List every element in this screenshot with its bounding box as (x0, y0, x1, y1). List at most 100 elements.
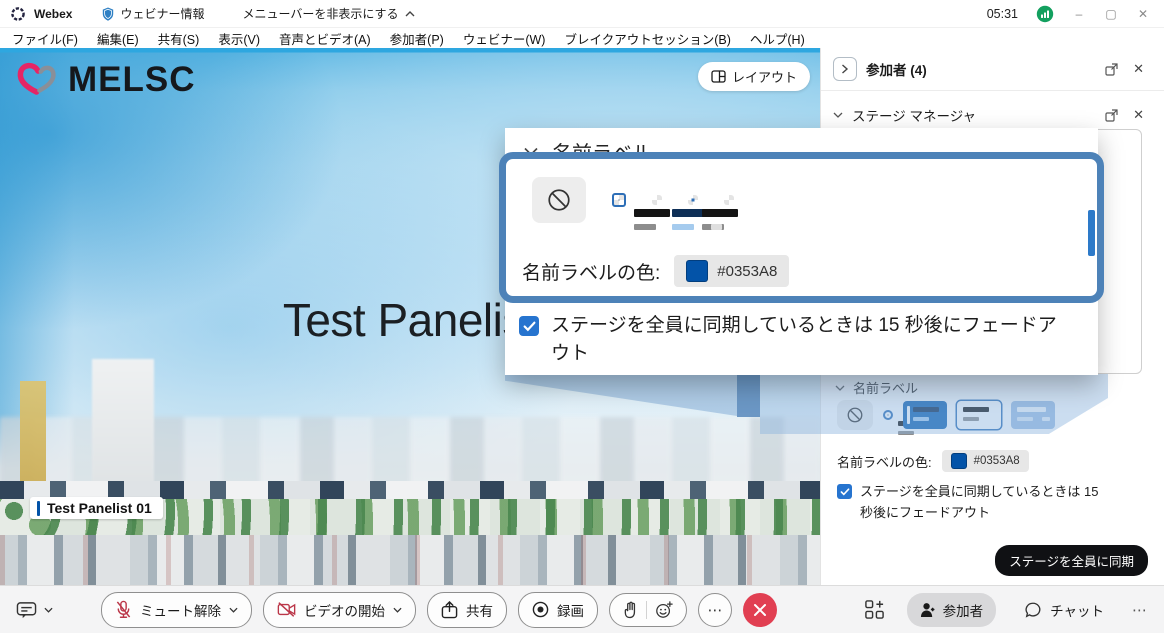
chevron-down-icon[interactable] (833, 112, 843, 118)
window-minimize-button[interactable]: – (1072, 7, 1086, 21)
participants-popout-icon[interactable] (1105, 63, 1118, 76)
more-toolbar-options[interactable]: ⋯ (1132, 601, 1148, 619)
mic-muted-icon (115, 600, 132, 619)
reactions-smiley-icon[interactable] (655, 601, 673, 619)
name-label-chip: Test Panelist 01 (30, 497, 163, 519)
sync-fadeout-label: ステージを全員に同期しているときは 15 秒後にフェードアウト (860, 482, 1115, 524)
color-swatch (686, 260, 708, 282)
chevron-down-icon (229, 607, 238, 613)
unmute-label: ミュート解除 (140, 600, 221, 620)
record-label: 録画 (557, 600, 584, 620)
chat-label: チャット (1050, 600, 1104, 620)
layout-button[interactable]: レイアウト (698, 62, 810, 91)
connection-quality-icon[interactable] (1036, 5, 1054, 23)
label-style-outline-button[interactable] (688, 195, 698, 205)
sync-stage-button[interactable]: ステージを全員に同期 (995, 545, 1148, 576)
menu-file[interactable]: ファイル(F) (12, 29, 78, 48)
magnifier-sync-fadeout-checkbox-row[interactable]: ステージを全員に同期しているときは 15 秒後にフェードアウト (519, 312, 1075, 367)
share-label: 共有 (466, 600, 493, 620)
name-label-accent-bar (37, 501, 40, 516)
menu-audio-video[interactable]: 音声とビデオ(A) (279, 29, 371, 48)
menu-view[interactable]: 表示(V) (218, 29, 260, 48)
label-style-translucent-button[interactable] (724, 195, 734, 205)
color-value-text: #0353A8 (974, 455, 1020, 467)
melsc-heart-icon (14, 61, 60, 99)
apps-icon[interactable] (864, 599, 885, 620)
app-brand: Webex (34, 7, 72, 21)
sync-fadeout-label: ステージを全員に同期しているときは 15 秒後にフェードアウト (551, 312, 1075, 367)
record-button[interactable]: 録画 (518, 592, 598, 628)
shield-icon (102, 7, 114, 21)
menubar: ファイル(F) 編集(E) 共有(S) 表示(V) 音声とビデオ(A) 参加者(… (0, 28, 1164, 48)
webex-logo-icon (10, 6, 26, 22)
layout-button-label: レイアウト (732, 67, 797, 86)
name-label-color-picker[interactable]: #0353A8 (674, 255, 789, 287)
participants-close-icon[interactable]: ✕ (1133, 61, 1144, 77)
menu-edit[interactable]: 編集(E) (97, 29, 139, 48)
sync-fadeout-checkbox-row[interactable]: ステージを全員に同期しているときは 15 秒後にフェードアウト (837, 482, 1115, 524)
titlebar-left: Webex ウェビナー情報 メニューバーを非表示にする (0, 5, 445, 22)
titlebar-right: 05:31 – ▢ ✕ (987, 5, 1164, 23)
raise-hand-icon[interactable] (623, 601, 638, 619)
start-video-button[interactable]: ビデオの開始 (263, 592, 416, 628)
window-maximize-button[interactable]: ▢ (1104, 7, 1118, 21)
captions-icon (16, 600, 37, 620)
layout-grid-icon (711, 70, 726, 83)
reactions-group (609, 593, 687, 627)
menu-breakout[interactable]: ブレイクアウトセッション(B) (564, 29, 730, 48)
name-label-text: Test Panelist 01 (47, 500, 152, 516)
label-style-light-selected-button[interactable] (612, 193, 626, 207)
chat-bubble-icon (1024, 601, 1042, 619)
magnifier-highlight-overlay (760, 374, 1108, 434)
name-label-color-label: 名前ラベルの色: (522, 258, 660, 285)
chat-button[interactable]: チャット (1018, 599, 1110, 621)
hide-menubar-label: メニューバーを非表示にする (242, 5, 398, 22)
leave-meeting-button[interactable] (743, 593, 777, 627)
menu-share[interactable]: 共有(S) (158, 29, 200, 48)
label-style-blue-button[interactable] (652, 195, 662, 205)
start-video-label: ビデオの開始 (304, 600, 385, 620)
label-style-none-button[interactable] (532, 177, 586, 223)
checkbox-checked-icon[interactable] (519, 316, 539, 336)
stage-manager-popout-icon[interactable] (1105, 109, 1118, 122)
hide-menubar-button[interactable]: メニューバーを非表示にする (242, 5, 414, 22)
magnifier-style-options (532, 177, 734, 223)
toolbar-right-group: 参加者 チャット ⋯ (864, 593, 1148, 627)
camera-off-icon (277, 601, 296, 618)
chevron-up-icon (405, 11, 415, 17)
webinar-info-button[interactable]: ウェビナー情報 (102, 5, 204, 22)
menu-participants[interactable]: 参加者(P) (390, 29, 444, 48)
name-label-magnifier-popup: 名前ラベル 名前ラベルの色: (505, 128, 1098, 375)
magnifier-beam-band (737, 374, 760, 417)
participants-panel-title: 参加者 (4) (866, 59, 927, 79)
melsc-logo-text: MELSC (68, 60, 196, 100)
meeting-time: 05:31 (987, 7, 1018, 21)
menu-webinar[interactable]: ウェビナー(W) (463, 29, 546, 48)
chevron-down-icon (44, 607, 53, 613)
stage-manager-title: ステージ マネージャ (852, 105, 976, 125)
share-button[interactable]: 共有 (427, 592, 507, 628)
unmute-button[interactable]: ミュート解除 (101, 592, 252, 628)
name-label-color-row: 名前ラベルの色: #0353A8 (837, 450, 1029, 472)
stage-manager-close-icon[interactable]: ✕ (1133, 107, 1144, 123)
name-label-color-picker[interactable]: #0353A8 (942, 450, 1029, 472)
participants-expand-button[interactable] (833, 57, 857, 81)
participants-button[interactable]: 参加者 (907, 593, 997, 627)
menu-help[interactable]: ヘルプ(H) (750, 29, 805, 48)
color-swatch (951, 453, 967, 469)
stage-manager-header: ステージ マネージャ ✕ (821, 102, 1164, 128)
magnifier-color-row: 名前ラベルの色: #0353A8 (522, 255, 789, 287)
participants-label: 参加者 (943, 600, 984, 620)
window-close-button[interactable]: ✕ (1136, 7, 1150, 21)
record-icon (532, 601, 549, 618)
magnifier-highlight-box: 名前ラベルの色: #0353A8 (499, 152, 1104, 303)
captions-button[interactable] (16, 600, 53, 620)
control-toolbar: ミュート解除 ビデオの開始 共有 録画 (0, 585, 1164, 633)
melsc-logo: MELSC (14, 60, 196, 100)
participants-panel-header: 参加者 (4) ✕ (821, 54, 1164, 84)
webex-window: Webex ウェビナー情報 メニューバーを非表示にする 05:31 – ▢ ✕ (0, 0, 1164, 633)
active-speaker-name: Test Panelist (283, 293, 537, 347)
person-icon (920, 602, 935, 618)
more-options-button[interactable]: ⋯ (698, 593, 732, 627)
checkbox-checked-icon[interactable] (837, 484, 852, 499)
